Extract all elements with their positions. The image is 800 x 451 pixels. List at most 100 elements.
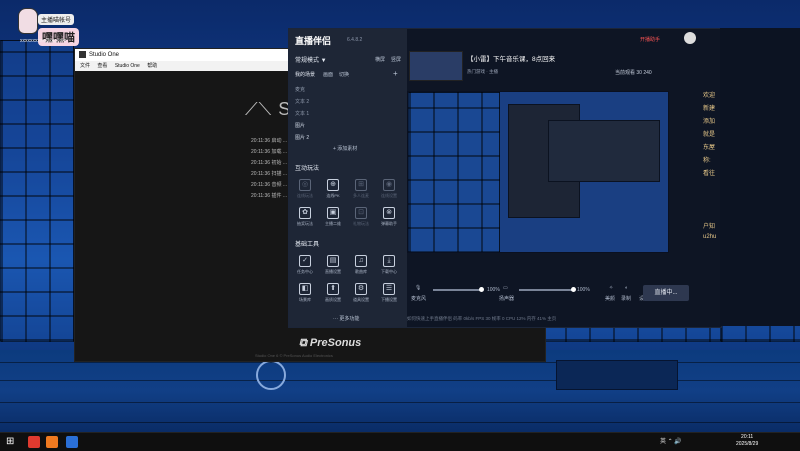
- tool-label: 连线设置: [381, 193, 397, 198]
- more-functions-button[interactable]: ··· 更多功能: [333, 315, 359, 322]
- app-taskbar-icon[interactable]: [66, 436, 78, 448]
- basic-tools-item[interactable]: ✓ 任务中心: [293, 255, 317, 275]
- tool-icon: ▣: [327, 207, 339, 219]
- tab-scene-picture[interactable]: 画面: [323, 71, 333, 78]
- chat-message: 东屋: [703, 145, 716, 151]
- interact-tools-item[interactable]: ⊗ 弹幕助手: [377, 207, 401, 227]
- tool-label: 下载中心: [381, 269, 397, 274]
- basic-tools-item[interactable]: ♫ 歌曲库: [349, 255, 373, 275]
- taskbar-clock[interactable]: 20:11 2025/8/29: [736, 434, 758, 448]
- floor: [0, 350, 800, 432]
- tool-icon: ⬆: [327, 283, 339, 295]
- log-line: 20:11:36 音频 ...: [251, 182, 288, 188]
- live-status-bar: 如何快速上手直播伴侣 码率 0kb/s FPS 30 帧率 0 CPU 12% …: [407, 316, 557, 321]
- tool-icon: ◧: [299, 283, 311, 295]
- scene-row[interactable]: 图片: [295, 121, 395, 132]
- tool-label: 多人连麦: [353, 193, 369, 198]
- interact-tools-item[interactable]: ⊕ 连线PK: [321, 179, 345, 199]
- tool-label: 任务中心: [297, 269, 313, 274]
- menu-file[interactable]: 文件: [80, 63, 90, 69]
- app-taskbar-icon[interactable]: [46, 436, 58, 448]
- chat-message: 户知: [703, 224, 716, 230]
- mic-icon[interactable]: 🎙: [415, 285, 421, 291]
- chat-message: 欢迎: [703, 93, 716, 99]
- tool-label: 连线玩法: [297, 193, 313, 198]
- tool-label: 连线PK: [326, 193, 340, 198]
- chat-message: 新建: [703, 106, 716, 112]
- interact-tools-item[interactable]: ⊞ 多人连麦: [349, 179, 373, 199]
- user-avatar[interactable]: [684, 32, 696, 44]
- interact-tools-item[interactable]: ◉ 连线设置: [377, 179, 401, 199]
- system-tray[interactable]: 英 ⌃ 🔊: [660, 436, 682, 445]
- broadcast-helper-link[interactable]: 开播助手: [640, 36, 660, 43]
- live-companion-window[interactable]: 直播伴侣 6.4.8.2 常规模式 ▼ 横屏 竖屏 我的场景 画面 切换 + 麦…: [288, 28, 722, 328]
- tool-icon: ▤: [327, 255, 339, 267]
- basic-tools-title: 基础工具: [295, 242, 320, 248]
- start-stream-button[interactable]: 直播中...: [643, 285, 689, 301]
- tool-icon: ⚙: [355, 283, 367, 295]
- basic-tools-item[interactable]: ▤ 直播设置: [321, 255, 345, 275]
- stream-preview[interactable]: [407, 91, 669, 253]
- menu-view[interactable]: 查看: [97, 63, 107, 69]
- streamer-badge: 主播喵帐号 嘿嘿喵 xxxxxxxxxx@qq.com: [8, 6, 79, 48]
- tool-icon: ⊗: [383, 207, 395, 219]
- app-taskbar-icon[interactable]: [28, 436, 40, 448]
- stream-category[interactable]: 热门游戏 · 主播: [467, 69, 498, 75]
- live-app-version: 6.4.8.2: [347, 37, 363, 43]
- tool-label: 礼物玩法: [353, 221, 369, 226]
- scenes-label: 我的场景: [295, 72, 316, 78]
- interact-tools-item[interactable]: ◎ 连线玩法: [293, 179, 317, 199]
- scene-row[interactable]: 麦克: [295, 85, 395, 96]
- tool-label: 弹幕助手: [381, 221, 397, 226]
- mic-percent: 100%: [487, 287, 500, 293]
- record-label: 录制: [621, 296, 632, 302]
- mode-selector[interactable]: 常规模式 ▼: [295, 55, 327, 64]
- mic-volume-slider[interactable]: [433, 287, 484, 292]
- live-sidebar: 直播伴侣 6.4.8.2 常规模式 ▼ 横屏 竖屏 我的场景 画面 切换 + 麦…: [289, 29, 407, 327]
- badge-subtitle: 主播喵帐号: [38, 14, 75, 25]
- windows-start-icon[interactable]: ⊞: [6, 436, 18, 448]
- studio-one-title: Studio One: [89, 52, 120, 58]
- speaker-icon[interactable]: ▭: [503, 285, 508, 291]
- beauty-label: 美颜: [605, 296, 616, 302]
- basic-tools-item[interactable]: ⚙ 道具设置: [349, 283, 373, 303]
- stream-stats: 当前观看 30 240: [615, 70, 652, 76]
- beauty-icon[interactable]: ✧: [609, 285, 613, 291]
- tool-label: 画质设置: [325, 297, 341, 302]
- add-material-button[interactable]: + 添加素材: [333, 145, 357, 152]
- tool-icon: ◎: [299, 179, 311, 191]
- tab-portrait[interactable]: 竖屏: [391, 56, 401, 63]
- add-scene-icon[interactable]: +: [393, 69, 398, 78]
- menu-studio-one[interactable]: Studio One: [115, 63, 140, 69]
- scene-row[interactable]: 文本 1: [295, 109, 395, 120]
- speaker-percent: 100%: [577, 287, 590, 293]
- scene-row[interactable]: 文本 2: [295, 97, 395, 108]
- tab-scene-switch[interactable]: 切换: [339, 71, 349, 78]
- menu-help[interactable]: 帮助: [147, 63, 157, 69]
- basic-tools-item[interactable]: ☰ 下播设置: [377, 283, 401, 303]
- basic-tools-item[interactable]: ⤓ 下载中心: [377, 255, 401, 275]
- tool-label: 直播设置: [325, 269, 341, 274]
- stream-thumbnail[interactable]: [409, 51, 463, 81]
- record-icon[interactable]: ◐: [625, 285, 628, 291]
- speaker-label: 扬声器: [499, 296, 515, 302]
- tool-icon: ⤓: [383, 255, 395, 267]
- interact-title: 互动玩法: [295, 166, 320, 172]
- interact-tools-item[interactable]: ⊡ 礼物玩法: [349, 207, 373, 227]
- interact-tools-item[interactable]: ✿ 抽奖玩法: [293, 207, 317, 227]
- studio-one-app-icon: [79, 50, 86, 58]
- bench: [556, 360, 678, 390]
- tool-icon: ⊡: [355, 207, 367, 219]
- stream-title[interactable]: 【小雷】下午音乐课，8点回来: [467, 53, 555, 63]
- chat-message: 看往: [703, 171, 716, 177]
- scene-row[interactable]: 图片 2: [295, 133, 395, 144]
- tab-landscape[interactable]: 横屏: [375, 56, 385, 63]
- chat-panel: [720, 28, 800, 326]
- log-line: 20:11:36 启动 ...: [251, 138, 288, 144]
- basic-tools-item[interactable]: ⬆ 画质设置: [321, 283, 345, 303]
- chat-message: 称:: [703, 158, 711, 164]
- interact-tools-item[interactable]: ▣ 主播二维: [321, 207, 345, 227]
- speaker-volume-slider[interactable]: [519, 287, 576, 292]
- chat-message: 就是: [703, 132, 716, 138]
- basic-tools-item[interactable]: ◧ 场景库: [293, 283, 317, 303]
